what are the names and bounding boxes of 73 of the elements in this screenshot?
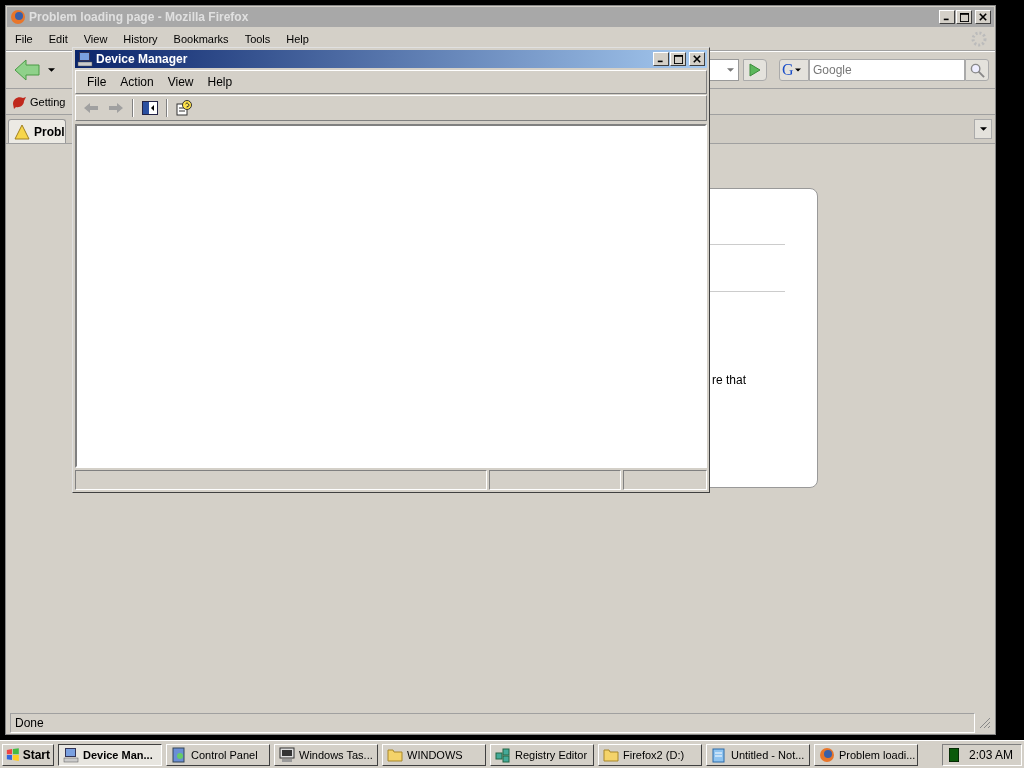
taskbar-button[interactable]: Registry Editor — [490, 743, 594, 766]
cubes-icon — [495, 746, 511, 763]
window-title: Problem loading page - Mozilla Firefox — [29, 10, 250, 24]
minimize-button[interactable] — [939, 10, 955, 24]
warning-icon — [14, 123, 30, 140]
console-tree-button[interactable] — [139, 98, 161, 118]
close-button[interactable] — [975, 10, 991, 24]
help-button[interactable] — [173, 98, 195, 118]
minimize-button[interactable] — [653, 52, 669, 66]
menu-item[interactable]: View — [81, 33, 116, 45]
go-button[interactable] — [743, 59, 767, 81]
play-icon — [749, 63, 761, 77]
search-icon — [969, 62, 985, 78]
windows-logo-icon — [6, 746, 20, 763]
menu-item[interactable]: View — [160, 75, 201, 89]
taskbar-button[interactable]: WINDOWS — [382, 743, 486, 766]
menu-item[interactable]: Action — [113, 75, 161, 89]
tab-list-button[interactable] — [974, 119, 992, 139]
globe-icon — [819, 746, 835, 763]
menu-item[interactable]: File — [13, 33, 41, 45]
resize-grip-icon — [979, 717, 991, 729]
search-engine-logo: G — [782, 62, 794, 78]
computer-icon — [77, 51, 93, 67]
throbber-icon — [971, 31, 987, 47]
maximize-icon — [673, 54, 683, 64]
notepad-icon — [711, 746, 727, 763]
monitor-icon — [279, 746, 295, 763]
close-icon — [693, 55, 701, 63]
caret-icon — [794, 68, 801, 72]
maximize-icon — [959, 12, 969, 22]
search-engine-button[interactable]: G — [779, 59, 809, 81]
menu-item[interactable]: Help — [284, 33, 317, 45]
left-arrow-icon — [14, 59, 40, 81]
menu-item[interactable]: File — [80, 75, 114, 89]
search-field[interactable]: Google — [809, 59, 965, 81]
menu-item[interactable]: History — [121, 33, 166, 45]
close-button[interactable] — [689, 52, 705, 66]
maximize-button[interactable] — [956, 10, 972, 24]
control-panel-icon — [171, 746, 187, 763]
document-question-icon — [176, 100, 192, 116]
taskbar-button[interactable]: Control Panel — [166, 743, 270, 766]
caret-icon — [48, 68, 55, 72]
left-arrow-icon — [84, 103, 98, 113]
search-button[interactable] — [965, 59, 989, 81]
close-icon — [979, 13, 987, 21]
taskbar-button[interactable]: Untitled - Not... — [706, 743, 810, 766]
bookmark-item[interactable]: Getting — [11, 93, 66, 110]
start-button[interactable]: Start — [2, 743, 54, 766]
right-arrow-icon — [109, 103, 123, 113]
caret-icon — [979, 127, 987, 131]
menu-item[interactable]: Bookmarks — [171, 33, 237, 45]
error-text: re that — [712, 373, 747, 387]
window-title: Device Manager — [96, 52, 189, 66]
maximize-button[interactable] — [670, 52, 686, 66]
browser-tab[interactable]: Probl — [8, 119, 66, 143]
globe-icon — [10, 9, 26, 25]
clock: 2:03 AM — [969, 747, 1014, 762]
history-dropdown[interactable] — [46, 66, 57, 74]
taskbar-button[interactable]: Device Man... — [58, 743, 162, 766]
performance-meter-icon — [949, 747, 959, 762]
folder-icon — [603, 746, 619, 763]
taskbar-button[interactable]: Firefox2 (D:) — [598, 743, 702, 766]
menu-item[interactable]: Edit — [46, 33, 76, 45]
computer-icon — [63, 746, 79, 763]
menu-item[interactable]: Help — [200, 75, 240, 89]
caret-icon — [727, 68, 734, 72]
status-text: Done — [10, 713, 975, 733]
folder-icon — [387, 746, 403, 763]
taskbar-button[interactable]: Problem loadi... — [814, 743, 918, 766]
menu-item[interactable]: Tools — [242, 33, 279, 45]
address-bar[interactable] — [709, 59, 739, 81]
panel-icon — [142, 101, 158, 115]
taskbar-button[interactable]: Windows Tas... — [274, 743, 378, 766]
